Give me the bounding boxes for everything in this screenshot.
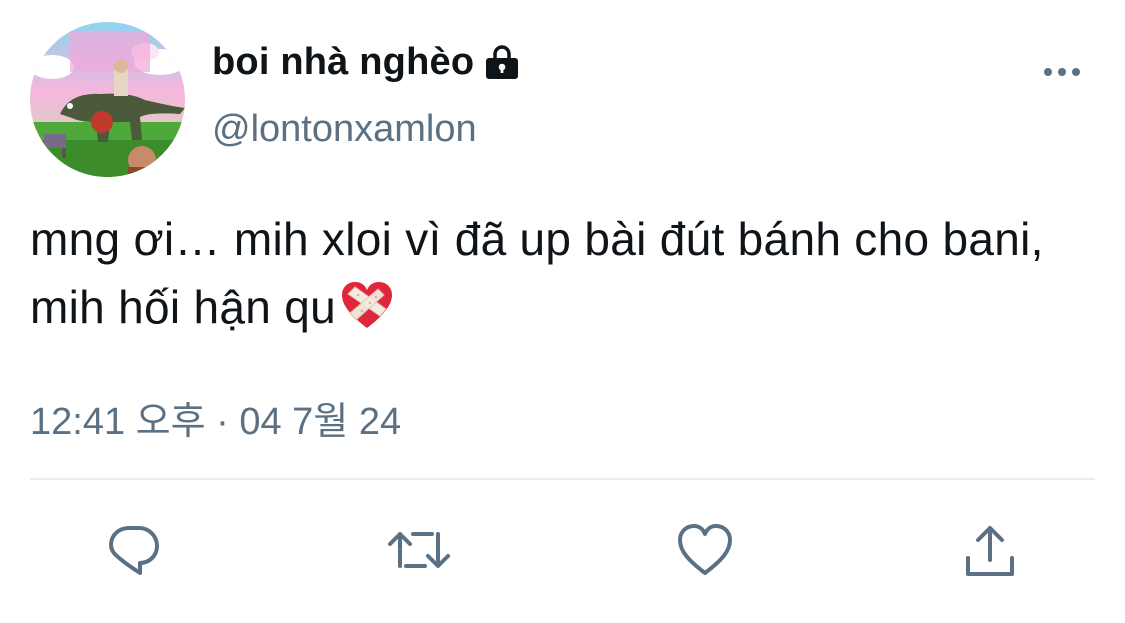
retweet-icon	[388, 532, 450, 568]
share-button[interactable]	[958, 518, 1022, 582]
user-handle[interactable]: @lontonxamlon	[212, 108, 477, 151]
reply-button[interactable]	[102, 518, 166, 582]
avatar-image	[30, 22, 185, 177]
display-name[interactable]: boi nhà nghèo	[212, 41, 474, 84]
heart-icon	[678, 524, 732, 575]
tweet-body: mng ơi… mih xloi vì đã up bài đút bánh c…	[30, 213, 1044, 333]
timestamp-row[interactable]: 12:41 오후 · 04 7월 24	[30, 390, 401, 445]
display-name-row: boi nhà nghèo	[212, 36, 522, 88]
like-button[interactable]	[673, 518, 737, 582]
mending-heart-emoji	[340, 281, 394, 331]
retweet-button[interactable]	[387, 518, 451, 582]
tweet-text: mng ơi… mih xloi vì đã up bài đút bánh c…	[30, 205, 1120, 341]
tweet-time: 12:41 오후	[30, 401, 206, 443]
more-options-button[interactable]	[1040, 58, 1084, 86]
share-icon	[966, 526, 1014, 576]
reply-icon	[109, 526, 159, 575]
divider	[30, 478, 1095, 480]
profile-avatar[interactable]	[30, 22, 185, 177]
tweet-date: 04 7월 24	[239, 401, 402, 443]
more-icon	[1044, 68, 1080, 76]
timestamp-separator: ·	[216, 401, 229, 443]
lock-icon	[482, 42, 522, 82]
